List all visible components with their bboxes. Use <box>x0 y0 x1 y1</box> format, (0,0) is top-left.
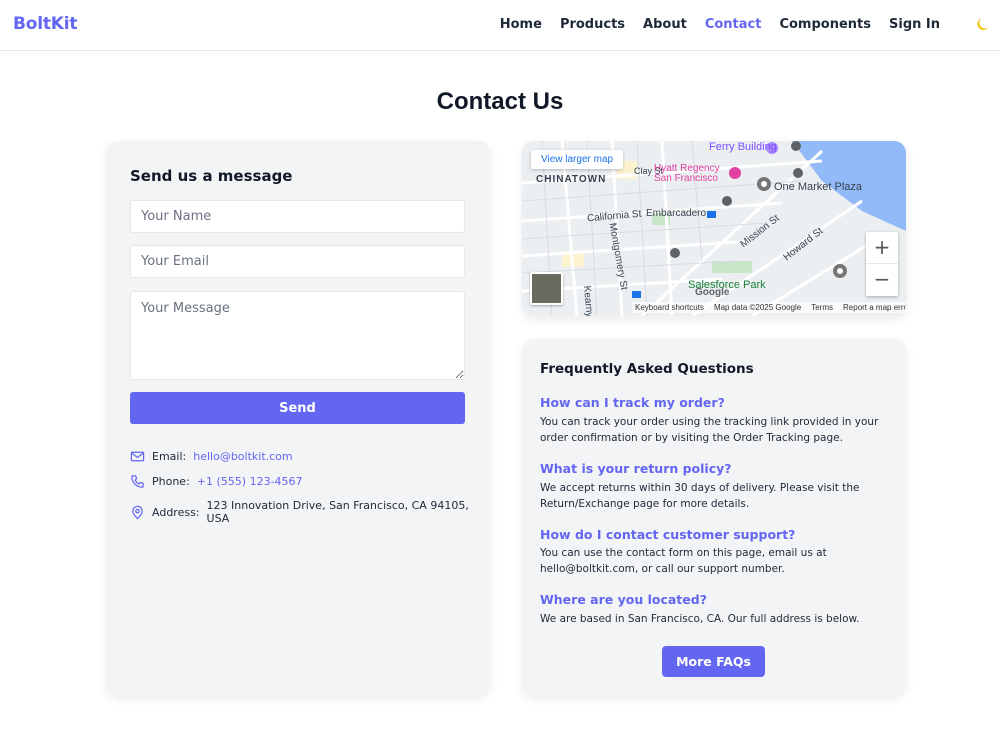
nav-products[interactable]: Products <box>560 17 625 32</box>
nav-home[interactable]: Home <box>500 17 542 32</box>
page-title: Contact Us <box>436 88 564 115</box>
contact-email-row: Email: hello@boltkit.com <box>130 449 293 464</box>
moon-icon[interactable] <box>975 16 991 32</box>
location-pin-icon <box>132 505 143 519</box>
email-label: Email: <box>152 450 187 463</box>
view-larger-map-link[interactable]: View larger map <box>531 150 624 169</box>
google-logo: Google <box>695 287 730 298</box>
contact-form-heading: Send us a message <box>130 167 293 185</box>
address-label: Address: <box>152 505 200 519</box>
phone-icon <box>131 475 144 488</box>
faq-card: Frequently Asked Questions How can I tra… <box>522 339 906 695</box>
mail-icon <box>130 451 145 462</box>
nav-contact[interactable]: Contact <box>705 17 762 32</box>
nav-components[interactable]: Components <box>779 17 871 32</box>
map-label-ferry-building: Ferry Building <box>709 141 777 153</box>
name-input[interactable] <box>130 200 465 233</box>
phone-link[interactable]: +1 (555) 123-4567 <box>197 475 303 488</box>
satellite-view-toggle[interactable] <box>530 272 563 305</box>
map-label-chinatown: CHINATOWN <box>536 174 607 185</box>
map-zoom-controls: + − <box>866 232 898 296</box>
map-data-text: Map data ©2025 Google <box>713 303 802 312</box>
faq-answer: We accept returns within 30 days of deli… <box>540 482 860 510</box>
main-nav: Home Products About Contact Components S… <box>500 17 940 32</box>
map-attribution: Keyboard shortcuts Map data ©2025 Google… <box>632 302 906 313</box>
map-label-hyatt: Hyatt Regency San Francisco <box>654 163 720 184</box>
navbar: BoltKit Home Products About Contact Comp… <box>0 0 1000 51</box>
faq-answer: You can track your order using the track… <box>540 416 879 444</box>
message-textarea[interactable] <box>130 291 465 380</box>
embedded-map[interactable]: Ferry Building CHINATOWN Clay St Hyatt R… <box>522 141 906 316</box>
more-faqs-button[interactable]: More FAQs <box>662 646 765 677</box>
faq-question: Where are you located? <box>540 592 707 607</box>
map-label-embarcadero: Embarcadero <box>646 208 707 219</box>
faq-answer: We are based in San Francisco, CA. Our f… <box>540 613 860 625</box>
address-value: 123 Innovation Drive, San Francisco, CA … <box>206 499 469 525</box>
nav-about[interactable]: About <box>643 17 687 32</box>
phone-label: Phone: <box>152 475 190 488</box>
email-input[interactable] <box>130 245 465 278</box>
report-map-error-link[interactable]: Report a map error <box>843 303 906 312</box>
faq-question: How do I contact customer support? <box>540 527 796 542</box>
zoom-out-button[interactable]: − <box>866 264 898 296</box>
zoom-in-button[interactable]: + <box>866 232 898 264</box>
map-label-one-market: One Market Plaza <box>774 181 863 193</box>
contact-form-card: Send us a message Send Email: hello@bolt… <box>106 141 490 695</box>
faq-question: What is your return policy? <box>540 461 732 476</box>
contact-phone-row: Phone: +1 (555) 123-4567 <box>130 474 303 489</box>
keyboard-shortcuts-link[interactable]: Keyboard shortcuts <box>635 303 704 312</box>
map-terms-link[interactable]: Terms <box>811 303 833 312</box>
contact-address-row: Address: 123 Innovation Drive, San Franc… <box>130 499 490 525</box>
nav-sign-in[interactable]: Sign In <box>889 17 940 32</box>
faq-question: How can I track my order? <box>540 395 725 410</box>
email-link[interactable]: hello@boltkit.com <box>193 450 292 463</box>
brand-logo[interactable]: BoltKit <box>13 14 78 34</box>
faq-answer: You can use the contact form on this pag… <box>540 547 827 575</box>
faq-heading: Frequently Asked Questions <box>540 361 754 377</box>
send-button[interactable]: Send <box>130 392 465 424</box>
